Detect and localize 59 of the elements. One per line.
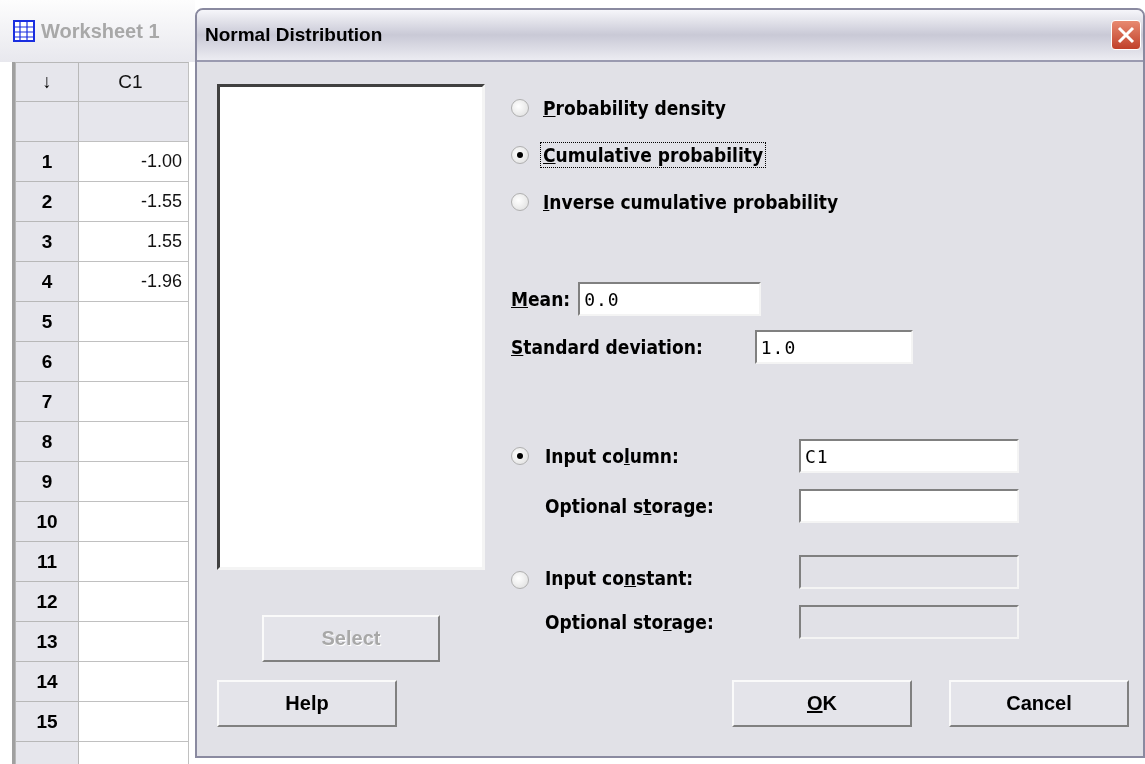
dialog-button[interactable]: OK bbox=[732, 680, 912, 727]
row-number: 7 bbox=[15, 382, 79, 422]
mean-label: Mean: bbox=[511, 288, 571, 310]
close-button[interactable] bbox=[1111, 20, 1141, 50]
option-label[interactable]: Cumulative probability bbox=[541, 142, 766, 167]
row-number: 10 bbox=[15, 502, 79, 542]
table-cell[interactable] bbox=[79, 422, 189, 462]
table-cell[interactable] bbox=[79, 662, 189, 702]
table-cell[interactable] bbox=[79, 382, 189, 422]
radio-button[interactable] bbox=[511, 98, 529, 117]
row-header bbox=[15, 102, 79, 142]
row-number: 3 bbox=[15, 222, 79, 262]
table-cell[interactable]: -1.00 bbox=[79, 142, 189, 182]
table-cell[interactable]: 1.55 bbox=[79, 222, 189, 262]
mean-field[interactable]: 0.0 bbox=[578, 282, 762, 316]
radio-button[interactable] bbox=[511, 447, 529, 465]
row-number: 15 bbox=[15, 702, 79, 742]
row-number: 5 bbox=[15, 302, 79, 342]
row-header: ↓ bbox=[15, 62, 79, 102]
close-icon bbox=[1116, 25, 1136, 45]
row-number: 14 bbox=[15, 662, 79, 702]
column-header[interactable]: C1 bbox=[79, 62, 189, 102]
std-dev-field[interactable]: 1.0 bbox=[754, 330, 913, 364]
table-cell[interactable] bbox=[79, 302, 189, 342]
variable-list[interactable] bbox=[217, 84, 485, 570]
row-number: 8 bbox=[15, 422, 79, 462]
table-cell[interactable] bbox=[79, 462, 189, 502]
input-field[interactable] bbox=[799, 489, 1019, 523]
table-cell[interactable] bbox=[79, 502, 189, 542]
row-number: 12 bbox=[15, 582, 79, 622]
input-field[interactable]: C1 bbox=[799, 439, 1019, 473]
dialog-title: Normal Distribution bbox=[205, 24, 383, 46]
row-number: 1 bbox=[15, 142, 79, 182]
table-cell[interactable] bbox=[79, 542, 189, 582]
row-number: 4 bbox=[15, 262, 79, 302]
dialog-button[interactable]: Cancel bbox=[949, 680, 1129, 727]
input-label: Input constant: bbox=[545, 567, 695, 589]
table-cell[interactable] bbox=[79, 342, 189, 382]
row-number: 13 bbox=[15, 622, 79, 662]
row-number: 6 bbox=[15, 342, 79, 382]
row-number: 11 bbox=[15, 542, 79, 582]
row-number: 9 bbox=[15, 462, 79, 502]
grid-icon bbox=[13, 20, 35, 42]
input-label: Optional storage: bbox=[545, 495, 715, 517]
radio-button[interactable] bbox=[511, 145, 529, 164]
table-cell[interactable]: -1.55 bbox=[79, 182, 189, 222]
input-label: Input column: bbox=[545, 445, 680, 467]
column-name-cell[interactable] bbox=[79, 102, 189, 142]
table-cell[interactable] bbox=[79, 702, 189, 742]
table-cell[interactable] bbox=[79, 582, 189, 622]
dialog-button[interactable]: Help bbox=[217, 680, 397, 727]
radio-button[interactable] bbox=[511, 192, 529, 211]
row-number: 2 bbox=[15, 182, 79, 222]
option-label[interactable]: Inverse cumulative probability bbox=[541, 189, 841, 214]
table-cell[interactable] bbox=[79, 622, 189, 662]
std-dev-label: Standard deviation: bbox=[511, 336, 703, 358]
option-label[interactable]: Probability density bbox=[541, 95, 728, 120]
table-cell[interactable]: -1.96 bbox=[79, 262, 189, 302]
input-label: Optional storage: bbox=[545, 611, 715, 633]
